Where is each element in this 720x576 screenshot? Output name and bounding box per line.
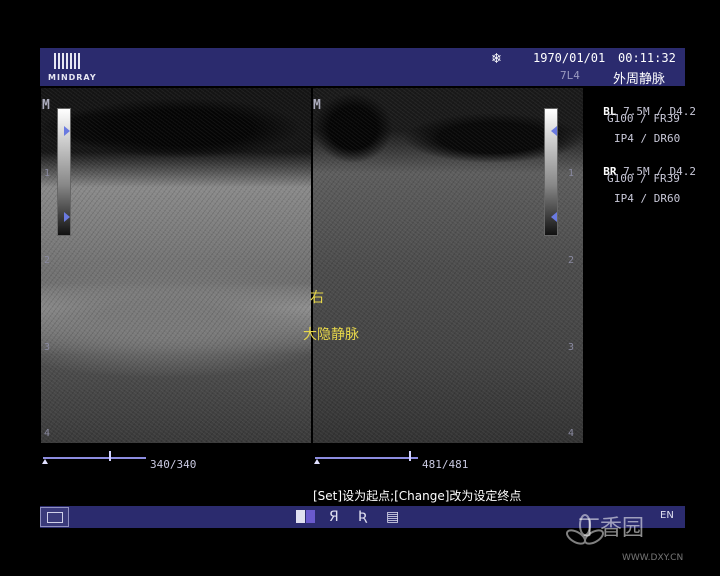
cine-start-marker-icon[interactable] [314, 459, 320, 464]
reverse-icon[interactable]: Ʀ [358, 509, 368, 525]
depth-tick-right: 2 [568, 255, 575, 266]
depth-tick-left: 1 [44, 168, 51, 179]
depth-tick-right: 4 [568, 428, 575, 439]
cine-start-marker-icon[interactable] [42, 459, 48, 464]
frame-counter-left: 340/340 [150, 458, 197, 471]
dual-color-icon[interactable] [296, 510, 316, 523]
frame-counter-right: 481/481 [422, 458, 469, 471]
depth-tick-right: 3 [568, 342, 575, 353]
menu-icon [47, 512, 63, 523]
depth-tick-left: 4 [44, 428, 51, 439]
ultrasound-image-right[interactable] [313, 88, 583, 443]
mindray-logo-icon [54, 53, 80, 69]
cine-slider-right[interactable] [315, 457, 418, 459]
cine-slider-thumb-left[interactable] [109, 451, 111, 461]
probe-label: 7L4 [560, 69, 580, 82]
date-display: 1970/01/01 [533, 51, 606, 65]
focus-marker-icon [64, 212, 70, 222]
focus-marker-icon [64, 126, 70, 136]
language-indicator[interactable]: EN [660, 510, 674, 521]
report-icon[interactable]: ▤ [386, 509, 399, 525]
header-bar: MINDRAY ❄ 1970/01/01 00:11:32 7L4 外周静脉 [40, 48, 685, 87]
watermark-url: WWW.DXY.CN [622, 553, 684, 563]
focus-marker-icon [551, 212, 557, 222]
menu-button[interactable] [40, 507, 69, 527]
param-ip-dr: IP4 / DR60 [614, 132, 681, 145]
depth-tick-right: 1 [568, 168, 575, 179]
ya-icon[interactable]: Я [329, 509, 339, 525]
orientation-marker-left: M [42, 98, 50, 113]
watermark-text: 丁香园 [578, 516, 645, 541]
param-ip-dr: IP4 / DR60 [614, 192, 681, 205]
depth-tick-left: 3 [44, 342, 51, 353]
time-display: 00:11:32 [618, 51, 676, 65]
orientation-marker-right: M [313, 98, 321, 113]
ultrasound-image-left[interactable] [41, 88, 311, 443]
exam-preset: 外周静脉 [613, 72, 666, 87]
cine-slider-thumb-right[interactable] [409, 451, 411, 461]
param-gain-fr: G100 / FR39 [607, 172, 680, 185]
annotation-vessel[interactable]: 大隐静脉 [303, 324, 359, 344]
param-gain-fr: G100 / FR39 [607, 112, 680, 125]
focus-marker-icon [551, 126, 557, 136]
status-hint: [Set]设为起点;[Change]改为设定终点 [313, 489, 522, 503]
annotation-side[interactable]: 右 [310, 287, 324, 307]
snowflake-icon: ❄ [492, 49, 502, 67]
brand-logo-text: MINDRAY [48, 73, 97, 82]
cine-slider-left[interactable] [43, 457, 146, 459]
depth-tick-left: 2 [44, 255, 51, 266]
